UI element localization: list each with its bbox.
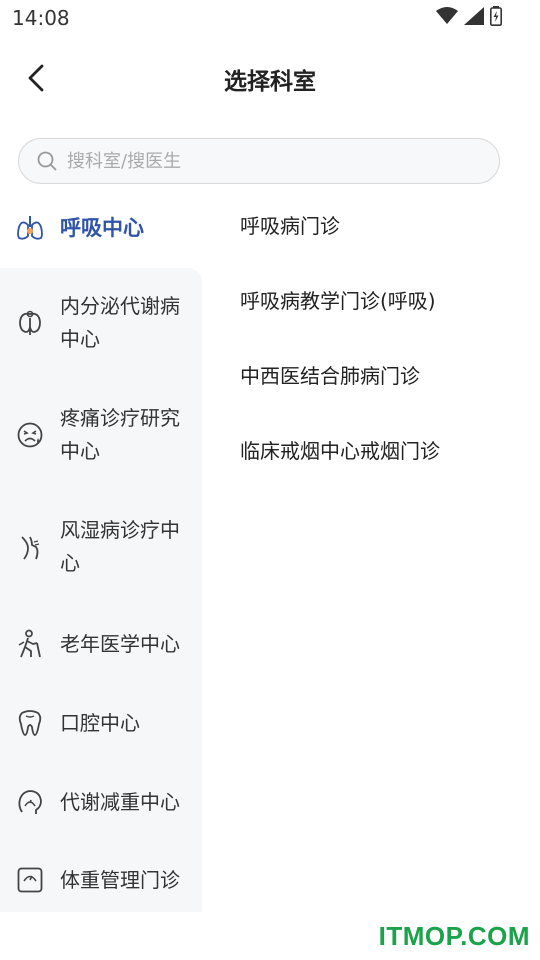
watermark: ITMOP.COM <box>378 921 530 951</box>
thyroid-icon <box>15 308 45 338</box>
department-category-sidebar: 呼吸中心 内分泌代谢病中心 疼痛诊疗研究中心 风湿病诊疗中心 老年医学中心 口腔… <box>0 190 202 912</box>
status-time: 14:08 <box>12 6 70 30</box>
lungs-icon <box>15 213 45 243</box>
department-item[interactable]: 呼吸病教学门诊(呼吸) <box>240 285 436 314</box>
scale-icon <box>15 865 45 895</box>
sidebar-item-label: 风湿病诊疗中心 <box>60 518 180 575</box>
pain-face-icon <box>15 420 45 450</box>
department-item[interactable]: 呼吸病门诊 <box>240 210 340 239</box>
weight-head-icon <box>15 787 45 817</box>
page-title: 选择科室 <box>224 69 316 95</box>
sidebar-item-weight-management[interactable]: 体重管理门诊 <box>0 860 202 900</box>
sidebar-item-rheumatology[interactable]: 风湿病诊疗中心 <box>0 512 202 582</box>
sidebar-item-label: 疼痛诊疗研究中心 <box>60 406 180 463</box>
sidebar-item-label: 呼吸中心 <box>60 215 144 240</box>
sidebar-item-label: 体重管理门诊 <box>60 867 180 892</box>
tooth-icon <box>15 708 45 738</box>
sidebar-item-stomatology[interactable]: 口腔中心 <box>0 703 202 743</box>
wifi-icon <box>436 7 458 29</box>
sidebar-item-endocrine[interactable]: 内分泌代谢病中心 <box>0 288 202 358</box>
header-bar: 选择科室 <box>0 36 540 116</box>
elderly-icon <box>15 629 45 659</box>
department-item[interactable]: 中西医结合肺病门诊 <box>240 360 420 389</box>
status-bar: 14:08 <box>0 0 540 36</box>
search-input[interactable] <box>65 149 469 173</box>
status-icons <box>436 6 502 30</box>
sidebar-item-respiratory[interactable]: 呼吸中心 <box>0 208 202 248</box>
signal-icon <box>464 7 484 29</box>
sidebar-item-label: 老年医学中心 <box>60 631 180 656</box>
battery-icon <box>490 6 502 30</box>
search-icon <box>37 151 57 171</box>
department-item[interactable]: 临床戒烟中心戒烟门诊 <box>240 435 440 464</box>
sidebar-item-label: 代谢减重中心 <box>60 789 180 814</box>
joint-icon <box>15 532 45 562</box>
sidebar-item-pain-treatment[interactable]: 疼痛诊疗研究中心 <box>0 400 202 470</box>
sidebar-item-label: 口腔中心 <box>60 710 140 735</box>
sidebar-item-geriatrics[interactable]: 老年医学中心 <box>0 624 202 664</box>
search-bar[interactable] <box>18 138 500 184</box>
sidebar-item-label: 内分泌代谢病中心 <box>60 294 180 351</box>
sidebar-item-weight-loss[interactable]: 代谢减重中心 <box>0 782 202 822</box>
